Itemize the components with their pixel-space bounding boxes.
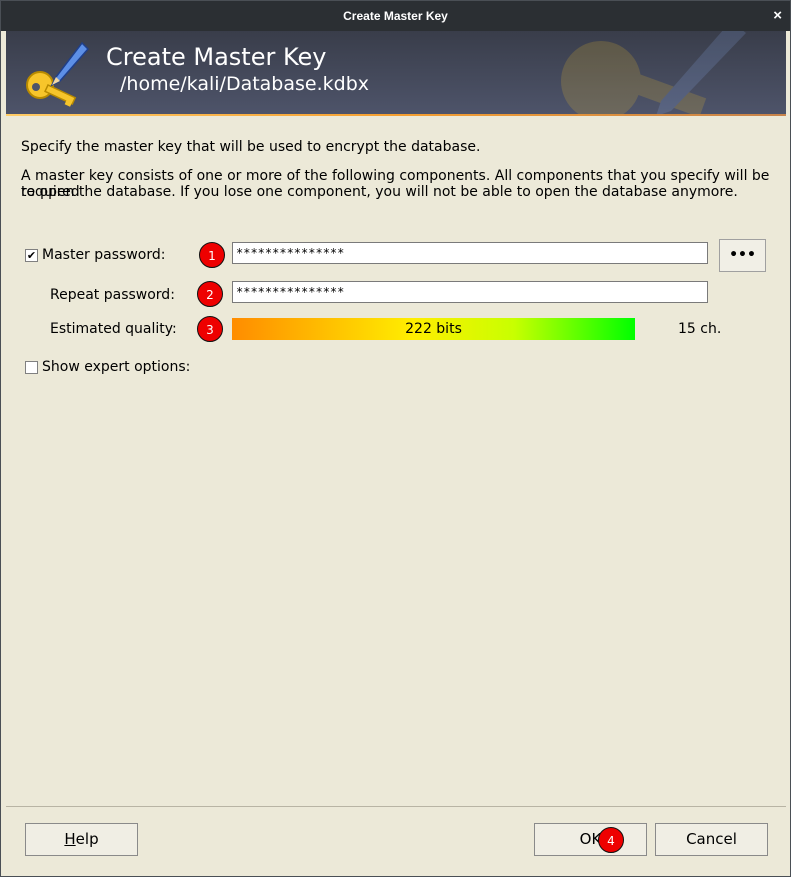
help-button-label: elp (75, 830, 99, 848)
database-path: /home/kali/Database.kdbx (120, 73, 370, 95)
window-title: Create Master Key (343, 9, 448, 23)
step-badge-1: 1 (199, 242, 225, 268)
estimated-quality-label: Estimated quality: (50, 321, 177, 337)
cancel-button[interactable]: Cancel (655, 823, 768, 856)
master-password-checkbox[interactable]: ✔ (25, 249, 38, 262)
help-button[interactable]: Help (25, 823, 138, 856)
intro-line-3: to open the database. If you lose one co… (21, 184, 738, 200)
quality-bar: 222 bits (232, 318, 635, 340)
key-watermark-icon (561, 31, 746, 115)
expert-options-checkbox[interactable] (25, 361, 38, 374)
title-bar: Create Master Key × (1, 1, 790, 31)
master-password-label: Master password: (42, 247, 166, 263)
step-badge-3: 3 (197, 316, 223, 342)
ok-button[interactable]: OK (534, 823, 647, 856)
help-button-mnemonic: H (64, 830, 76, 848)
repeat-password-input[interactable]: *************** (232, 281, 708, 303)
password-length: 15 ch. (678, 321, 722, 337)
close-icon[interactable]: × (773, 1, 782, 31)
repeat-password-label: Repeat password: (50, 287, 175, 303)
show-password-button[interactable]: ••• (719, 239, 766, 272)
banner-title: Create Master Key (106, 43, 327, 71)
banner: Create Master Key /home/kali/Database.kd… (6, 31, 786, 115)
step-badge-4: 4 (598, 827, 624, 853)
key-pencil-icon (26, 41, 90, 107)
intro-line-1: Specify the master key that will be used… (21, 139, 481, 155)
quality-bits: 222 bits (405, 321, 462, 337)
master-password-input[interactable]: *************** (232, 242, 708, 264)
create-master-key-dialog: Create Master Key × Create Master Key /h… (0, 0, 791, 877)
step-badge-2: 2 (197, 281, 223, 307)
footer-separator (6, 806, 786, 807)
banner-accent-line (6, 114, 786, 116)
expert-options-label: Show expert options: (42, 359, 191, 375)
